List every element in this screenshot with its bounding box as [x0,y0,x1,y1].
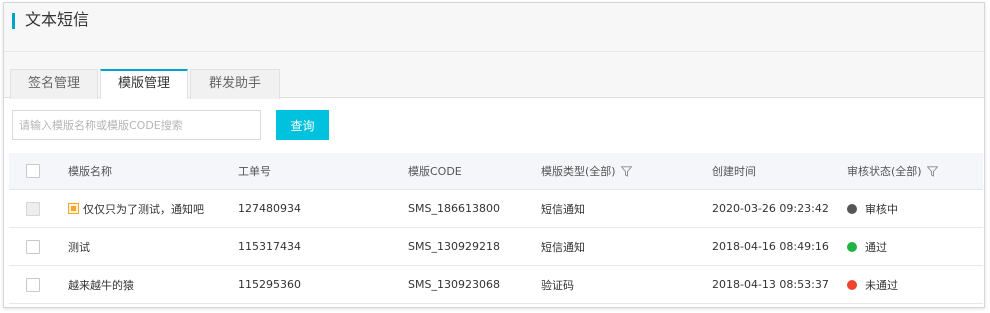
column-header-order: 工单号 [238,165,271,178]
row-checkbox[interactable] [26,277,40,292]
template-search-input[interactable] [12,110,261,140]
filter-icon[interactable] [620,165,632,177]
template-name: 越来越牛的猿 [68,278,134,292]
review-status: 通过 [847,228,887,265]
filter-icon[interactable] [926,165,938,177]
table-row: 测试 115317434 SMS_130929218 短信通知 2018-04-… [9,228,983,266]
template-type: 短信通知 [541,202,585,216]
table-row: 仅仅只为了测试，通知吧 127480934 SMS_186613800 短信通知… [9,190,983,228]
template-tag-icon [68,203,79,214]
order-number: 127480934 [238,202,301,215]
sms-template-panel: 文本短信 签名管理 模版管理 群发助手 查询 模版名称 工单号 模版CODE 模… [3,2,985,308]
tab-template-management[interactable]: 模版管理 [100,69,188,99]
created-time: 2018-04-16 08:49:16 [712,240,829,253]
created-time: 2020-03-26 09:23:42 [712,202,829,215]
template-table: 模版名称 工单号 模版CODE 模版类型(全部) 创建时间 审核状态(全部) 仅… [9,153,983,304]
column-header-time: 创建时间 [712,165,756,178]
column-header-status-label: 审核状态(全部) [847,165,922,178]
template-code: SMS_130923068 [408,278,500,291]
row-checkbox[interactable] [26,239,40,254]
page-header: 文本短信 [4,3,984,52]
review-status-label: 未通过 [865,278,898,292]
template-code: SMS_186613800 [408,202,500,215]
review-status-label: 通过 [865,240,887,254]
review-status: 审核中 [847,190,898,227]
order-number: 115295360 [238,278,301,291]
tab-bar: 签名管理 模版管理 群发助手 [4,52,984,99]
title-accent-bar [12,13,15,29]
order-number: 115317434 [238,240,301,253]
table-row: 越来越牛的猿 115295360 SMS_130923068 验证码 2018-… [9,266,983,304]
review-status: 未通过 [847,266,898,303]
search-button[interactable]: 查询 [276,110,329,140]
status-dot-icon [847,203,857,214]
template-code: SMS_130929218 [408,240,500,253]
column-header-type[interactable]: 模版类型(全部) [541,153,632,189]
column-header-code: 模版CODE [408,165,462,178]
template-name-cell: 仅仅只为了测试，通知吧 [68,190,204,227]
template-name: 仅仅只为了测试，通知吧 [83,202,204,216]
created-time: 2018-04-13 08:53:37 [712,278,829,291]
tab-bulk-send-assistant[interactable]: 群发助手 [190,69,280,99]
select-all-checkbox[interactable] [26,164,40,178]
column-header-name: 模版名称 [68,165,112,178]
tab-signature-management[interactable]: 签名管理 [10,69,98,99]
template-type: 短信通知 [541,240,585,254]
table-header-row: 模版名称 工单号 模版CODE 模版类型(全部) 创建时间 审核状态(全部) [9,153,983,190]
row-checkbox[interactable] [26,201,40,216]
column-header-status[interactable]: 审核状态(全部) [847,153,938,189]
template-type: 验证码 [541,278,574,292]
page-title: 文本短信 [25,10,90,29]
review-status-label: 审核中 [865,202,898,216]
status-dot-icon [847,241,857,252]
column-header-type-label: 模版类型(全部) [541,165,616,178]
status-dot-icon [847,279,857,290]
template-name: 测试 [68,240,90,254]
